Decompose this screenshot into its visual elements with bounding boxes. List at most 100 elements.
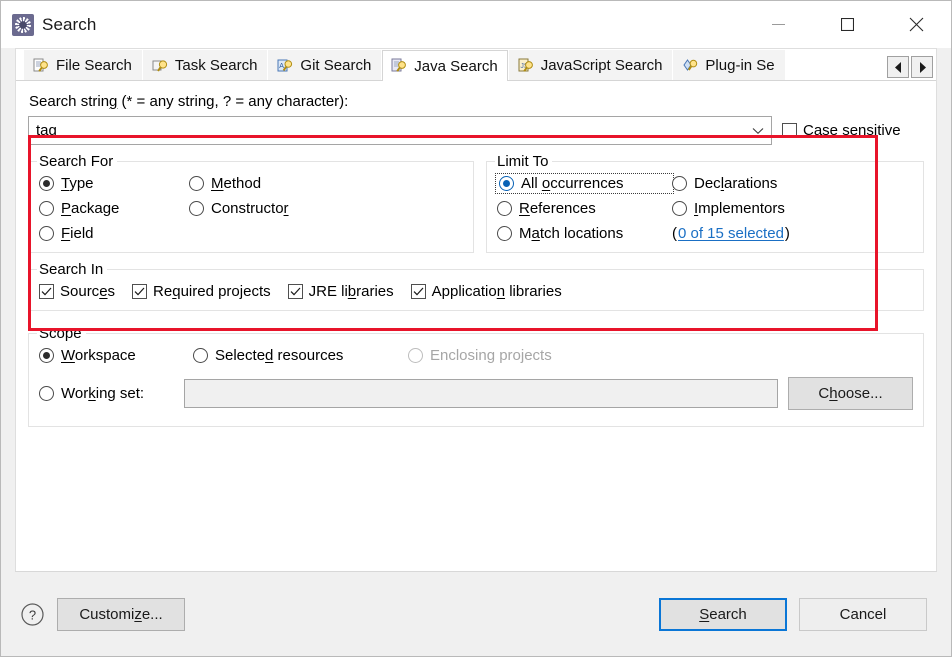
search-string-input[interactable]: tag: [36, 122, 751, 139]
cancel-button[interactable]: Cancel: [799, 597, 927, 631]
search-button[interactable]: Search: [659, 597, 787, 631]
tab-git-search[interactable]: A Git Search: [268, 50, 382, 80]
radio-label: Type: [61, 175, 94, 192]
search-string-combo[interactable]: tag: [28, 116, 772, 145]
checkbox-search-in-jre-libraries[interactable]: JRE libraries: [287, 283, 394, 300]
radio-scope-enclosing-projects: Enclosing projects: [408, 347, 552, 364]
radio-label: Workspace: [61, 347, 136, 364]
radio-label: Working set:: [61, 385, 145, 402]
search-string-label: Search string (* = any string, ? = any c…: [29, 93, 924, 110]
checkbox-indicator[interactable]: [287, 284, 303, 299]
radio-indicator[interactable]: [39, 226, 54, 241]
choose-button[interactable]: Ch oose...: [788, 377, 913, 410]
scope-options: Workspace Selected resources Enclosing p…: [39, 347, 913, 410]
checkbox-label: JRE libraries: [308, 283, 394, 300]
search-in-legend: Search In: [37, 261, 108, 278]
content-panel: File Search Task Search A Git Search Jav…: [15, 48, 937, 571]
scope-radio-row: Workspace Selected resources Enclosing p…: [39, 347, 913, 364]
checkbox-label: Application libraries: [431, 283, 562, 300]
tab-label: JavaScript Search: [540, 57, 663, 74]
radio-indicator[interactable]: [39, 201, 54, 216]
git-search-icon: A: [277, 58, 294, 74]
radio-search-for-type[interactable]: Type: [39, 175, 189, 192]
radio-label: Enclosing projects: [430, 347, 552, 364]
tab-task-search[interactable]: Task Search: [142, 50, 268, 80]
tab-label: File Search: [56, 57, 132, 74]
help-icon[interactable]: ?: [19, 601, 45, 627]
match-locations-link-wrap: (0 of 15 selected): [672, 225, 913, 242]
scope-legend: Scope: [37, 325, 86, 342]
title-bar: Search: [1, 1, 951, 48]
tab-scroll-right-button[interactable]: [911, 56, 933, 78]
radio-search-for-method[interactable]: Method: [189, 175, 463, 192]
tab-javascript-search[interactable]: JS JavaScript Search: [508, 50, 673, 80]
radio-search-for-constructor[interactable]: Constructor: [189, 200, 463, 217]
radio-limit-all-occurrences[interactable]: All occurrences: [495, 173, 674, 194]
window-title: Search: [42, 14, 97, 34]
radio-indicator[interactable]: [189, 176, 204, 191]
checkbox-search-in-required-projects[interactable]: Required projects: [132, 283, 271, 300]
search-for-limit-to-row: Search For Type Method Package Construct…: [28, 153, 924, 253]
tab-file-search[interactable]: File Search: [24, 50, 142, 80]
radio-indicator[interactable]: [39, 386, 54, 401]
tab-plugin-search[interactable]: Plug-in Se: [673, 50, 785, 80]
checkbox-search-in-sources[interactable]: Sources: [39, 283, 115, 300]
radio-indicator[interactable]: [189, 201, 204, 216]
search-string-row: tag Case sensitive: [28, 116, 924, 145]
radio-search-for-field[interactable]: Field: [39, 225, 189, 242]
case-sensitive-checkbox[interactable]: [782, 123, 797, 138]
radio-indicator[interactable]: [497, 201, 512, 216]
tab-scroll-left-button[interactable]: [887, 56, 909, 78]
checkbox-label: Sources: [60, 283, 116, 300]
tab-label: Task Search: [174, 57, 258, 74]
minimize-button[interactable]: [744, 1, 813, 48]
radio-label: Package: [61, 200, 120, 217]
radio-limit-match-locations[interactable]: Match locations: [497, 225, 672, 242]
radio-indicator[interactable]: [672, 201, 687, 216]
checkbox-indicator[interactable]: [410, 284, 426, 299]
radio-indicator[interactable]: [499, 176, 514, 191]
tab-label: Git Search: [300, 57, 372, 74]
checkbox-search-in-application-libraries[interactable]: Application libraries: [410, 283, 562, 300]
checkbox-indicator[interactable]: [132, 284, 148, 299]
file-search-icon: [33, 58, 50, 74]
tab-label: Plug-in Se: [705, 57, 775, 74]
chevron-down-icon[interactable]: [751, 127, 765, 135]
checkbox-indicator[interactable]: [39, 284, 54, 299]
radio-indicator[interactable]: [672, 176, 687, 191]
radio-scope-workspace[interactable]: Workspace: [39, 347, 193, 364]
close-button[interactable]: [882, 1, 951, 48]
radio-label: Declarations: [694, 175, 778, 192]
case-sensitive-checkbox-row[interactable]: Case sensitive: [782, 122, 901, 139]
checkbox-label: Required projects: [153, 283, 271, 300]
limit-to-options: All occurrences Declarations References: [495, 173, 913, 242]
limit-to-group: Limit To All occurrences Declarations Re…: [486, 153, 924, 253]
radio-limit-references[interactable]: References: [497, 200, 672, 217]
match-locations-link[interactable]: 0 of 15 selected: [678, 225, 784, 242]
radio-indicator[interactable]: [497, 226, 512, 241]
radio-indicator[interactable]: [39, 176, 54, 191]
search-page-tabs: File Search Task Search A Git Search Jav…: [16, 49, 936, 81]
search-form: Search string (* = any string, ? = any c…: [16, 81, 936, 427]
maximize-button[interactable]: [813, 1, 882, 48]
radio-search-for-package[interactable]: Package: [39, 200, 189, 217]
tab-java-search[interactable]: Java Search: [382, 50, 508, 81]
radio-label: Constructor: [211, 200, 289, 217]
svg-text:?: ?: [28, 607, 35, 622]
window-controls: [744, 1, 951, 48]
radio-indicator[interactable]: [193, 348, 208, 363]
search-in-options: Sources Required projects JRE libraries …: [39, 283, 913, 300]
working-set-input: [184, 379, 778, 408]
radio-indicator[interactable]: [39, 348, 54, 363]
radio-label: References: [519, 200, 596, 217]
radio-limit-declarations[interactable]: Declarations: [672, 175, 913, 192]
paren-close: ): [784, 225, 790, 242]
case-sensitive-label: Case sensitive: [803, 122, 901, 139]
search-app-icon: [12, 13, 34, 36]
radio-scope-working-set[interactable]: Working set:: [39, 385, 174, 402]
radio-label: Method: [211, 175, 262, 192]
java-search-icon: [391, 58, 408, 74]
radio-scope-selected-resources[interactable]: Selected resources: [193, 347, 408, 364]
customize-button[interactable]: Customi z e...: [57, 597, 185, 631]
radio-limit-implementors[interactable]: Implementors: [672, 200, 913, 217]
